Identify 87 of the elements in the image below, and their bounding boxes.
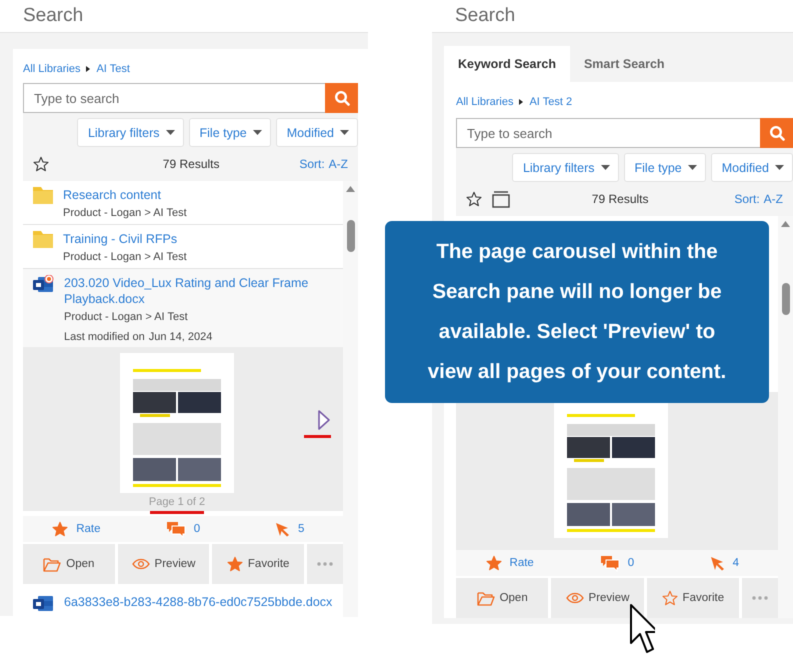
document-icon — [33, 275, 54, 293]
breadcrumb-link[interactable]: AI Test — [96, 63, 130, 75]
star-icon — [52, 521, 68, 537]
scrollbar-thumb[interactable] — [346, 220, 354, 252]
pane-title: Search — [455, 5, 516, 27]
filter-dropdown[interactable]: Modified — [276, 118, 358, 147]
filter-dropdown[interactable]: Modified — [710, 153, 793, 182]
modified-label: Last modified on — [64, 331, 145, 343]
comments-count: 0 — [628, 557, 634, 569]
preview-button[interactable]: Preview — [551, 578, 644, 618]
caret-icon — [166, 130, 174, 135]
search-tab[interactable]: Smart Search — [570, 46, 679, 82]
scroll-up-icon[interactable] — [781, 221, 790, 227]
star-icon — [226, 556, 243, 572]
page-indicator: Page 1 of 2 — [148, 496, 206, 508]
more-icon — [752, 596, 768, 600]
result-path: Product - Logan > AI Test — [63, 251, 187, 263]
annotation-underline — [150, 511, 204, 514]
info-callout: The page carousel within the Search pane will no longer be available. Select 'Preview' to view all pages of your content. — [385, 221, 769, 403]
chevron-icon — [85, 66, 92, 72]
comments-icon — [166, 520, 186, 538]
star-icon[interactable] — [466, 191, 482, 207]
results-count: 79 Results — [162, 157, 220, 171]
breadcrumb-link[interactable]: All Libraries — [456, 96, 514, 108]
folder-icon — [43, 556, 62, 572]
folder-icon — [33, 231, 53, 248]
star-icon — [662, 590, 678, 606]
open-button[interactable]: Open — [23, 544, 115, 584]
result-title-link[interactable]: 6a3833e8-b283-4288-8b76-ed0c7525bbde.docx — [64, 594, 332, 610]
folder-icon — [33, 187, 53, 204]
eye-icon — [132, 558, 150, 570]
annotation-underline — [304, 435, 331, 438]
modified-date: Jun 14, 2024 — [148, 331, 212, 343]
caret-icon — [775, 165, 784, 170]
result-title-link[interactable]: 203.020 Video_Lux Rating and Clear Frame Playback.docx — [64, 275, 333, 307]
views-count: 5 — [298, 523, 304, 535]
sort-link[interactable]: A-Z — [764, 192, 783, 206]
pane-title: Search — [23, 5, 84, 27]
caret-icon — [688, 165, 697, 170]
chevron-icon — [518, 99, 524, 105]
result-title-link[interactable]: Research content — [63, 187, 187, 203]
eye-icon — [566, 592, 584, 604]
favorite-button[interactable]: Favorite — [212, 544, 304, 584]
result-title-link[interactable]: Training - Civil RFPs — [63, 231, 187, 247]
filter-dropdown[interactable]: File type — [188, 118, 271, 147]
pointer-icon — [710, 556, 725, 570]
pointer-icon — [274, 522, 290, 536]
results-count: 79 Results — [590, 192, 650, 206]
caret-icon — [252, 130, 262, 135]
search-icon — [768, 125, 784, 141]
breadcrumb-link[interactable]: AI Test 2 — [529, 96, 572, 108]
favorite-button[interactable]: Favorite — [646, 578, 739, 618]
sort-label: Sort: — [734, 192, 760, 206]
search-tab[interactable]: Keyword Search — [444, 46, 570, 82]
views-count: 4 — [732, 557, 740, 569]
open-button[interactable]: Open — [456, 578, 548, 618]
star-icon — [486, 555, 502, 571]
search-field[interactable]: Type to search — [23, 83, 325, 113]
sort-link[interactable]: A-Z — [328, 157, 348, 171]
search-button[interactable] — [325, 83, 358, 113]
search-button[interactable] — [760, 118, 793, 148]
scroll-up-icon[interactable] — [346, 186, 355, 192]
more-icon — [317, 562, 334, 566]
scrollbar-thumb[interactable] — [782, 283, 790, 315]
rate-link[interactable]: Rate — [76, 523, 100, 535]
scrollbar[interactable] — [778, 216, 793, 618]
caret-icon — [600, 165, 610, 170]
filter-dropdown[interactable]: Library filters — [512, 153, 618, 182]
comments-icon — [600, 554, 620, 572]
breadcrumb-link[interactable]: All Libraries — [23, 63, 80, 75]
comments-count: 0 — [194, 523, 200, 535]
folder-icon — [476, 590, 495, 606]
result-path: Product - Logan > AI Test — [64, 311, 189, 323]
scrollbar[interactable] — [343, 181, 358, 617]
layout-icon[interactable] — [492, 190, 510, 208]
sort-label: Sort: — [299, 157, 325, 171]
preview-button[interactable]: Preview — [118, 544, 210, 584]
filter-dropdown[interactable]: File type — [624, 153, 706, 182]
filter-dropdown[interactable]: Library filters — [76, 118, 184, 147]
star-icon[interactable] — [33, 156, 49, 172]
search-icon — [334, 90, 350, 106]
next-arrow-icon[interactable] — [317, 409, 331, 431]
caret-icon — [340, 130, 349, 135]
result-path: Product - Logan > AI Test — [63, 207, 187, 219]
search-field[interactable]: Type to search — [456, 118, 760, 148]
document-icon — [33, 594, 54, 612]
rate-link[interactable]: Rate — [510, 557, 534, 569]
